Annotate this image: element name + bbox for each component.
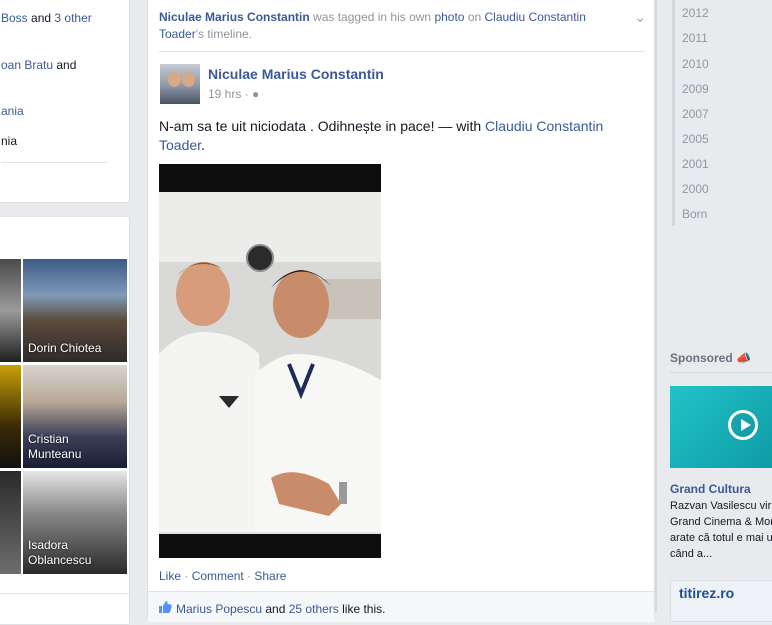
actor-link[interactable]: Niculae Marius Constantin xyxy=(159,10,310,24)
year-2005[interactable]: 2005 xyxy=(682,132,709,146)
year-2007[interactable]: 2007 xyxy=(682,107,709,121)
post-meta: 19 hrs · ● xyxy=(208,87,260,101)
ad-banner[interactable]: titirez.ro xyxy=(670,580,772,622)
likes-text: Marius Popescu and 25 others like this. xyxy=(176,602,386,616)
friend-photo[interactable] xyxy=(0,471,21,574)
chevron-down-icon[interactable]: ⌄ xyxy=(634,9,646,26)
friend-photo[interactable] xyxy=(0,365,21,468)
post-message: N-am sa te uit niciodata . Odihnește in … xyxy=(159,118,604,153)
year-2009[interactable]: 2009 xyxy=(682,82,709,96)
year-2000[interactable]: 2000 xyxy=(682,182,709,196)
timeline-post: Niculae Marius Constantin was tagged in … xyxy=(147,0,655,622)
post-author[interactable]: Niculae Marius Constantin xyxy=(208,66,384,82)
timeline-scrubber-bar xyxy=(672,0,675,226)
play-icon[interactable] xyxy=(728,410,758,440)
divider xyxy=(670,372,772,373)
megaphone-icon: 📣 xyxy=(736,351,751,365)
others-link[interactable]: 25 others xyxy=(289,602,339,616)
friend-tile-dorin[interactable]: Dorin Chiotea xyxy=(23,259,127,362)
globe-icon[interactable]: ● xyxy=(252,87,259,101)
post-story-header: Niculae Marius Constantin was tagged in … xyxy=(159,10,586,41)
others-link[interactable]: 3 other xyxy=(54,11,91,25)
timestamp[interactable]: 19 hrs xyxy=(208,87,241,101)
friends-card: Dorin Chiotea Cristian Munteanu Isadora … xyxy=(0,216,130,598)
year-2010[interactable]: 2010 xyxy=(682,57,709,71)
info-line-4: nia xyxy=(1,134,18,148)
info-line-3: ania xyxy=(1,104,24,118)
friend-tile-isadora[interactable]: Isadora Oblancescu xyxy=(23,471,127,574)
ad-video-thumbnail[interactable] xyxy=(670,386,772,468)
post-photo[interactable] xyxy=(159,164,381,558)
info-line-1: Boss and 3 other xyxy=(1,11,92,25)
ad-title[interactable]: Grand Cultura xyxy=(670,482,751,496)
friend-link[interactable]: oan Bratu xyxy=(1,58,53,72)
friend-name: Cristian Munteanu xyxy=(28,432,82,461)
comment-button[interactable]: Comment xyxy=(192,569,244,583)
friend-tile-cristian[interactable]: Cristian Munteanu xyxy=(23,365,127,468)
year-2012[interactable]: 2012 xyxy=(682,6,709,20)
place-link[interactable]: ania xyxy=(1,104,24,118)
left-info-card: Boss and 3 other oan Bratu and ania nia xyxy=(0,0,130,203)
left-bottom-card xyxy=(0,593,130,625)
share-button[interactable]: Share xyxy=(254,569,286,583)
friend-name: Dorin Chiotea xyxy=(28,341,102,355)
info-line-2: oan Bratu and xyxy=(1,58,77,72)
column-divider xyxy=(655,0,657,611)
sponsored-heading: Sponsored 📣 xyxy=(670,351,751,365)
year-2001[interactable]: 2001 xyxy=(682,157,709,171)
friend-name: Isadora Oblancescu xyxy=(28,538,92,567)
divider xyxy=(159,51,645,52)
ad-body[interactable]: Razvan Vasilescu vir Grand Cinema & More… xyxy=(670,498,772,562)
avatar[interactable] xyxy=(160,64,200,104)
thumbs-up-icon xyxy=(159,601,172,613)
photo-link[interactable]: photo xyxy=(434,10,464,24)
year-born[interactable]: Born xyxy=(682,207,707,221)
friend-link[interactable]: Boss xyxy=(1,11,28,25)
like-button[interactable]: Like xyxy=(159,569,181,583)
likes-summary: Marius Popescu and 25 others like this. xyxy=(148,591,654,622)
ad-logo: titirez.ro xyxy=(679,585,735,601)
liker-link[interactable]: Marius Popescu xyxy=(176,602,262,616)
year-2011[interactable]: 2011 xyxy=(682,31,708,45)
post-actions: Like · Comment · Share xyxy=(159,569,287,583)
divider xyxy=(1,162,107,163)
friend-photo[interactable] xyxy=(0,259,21,362)
